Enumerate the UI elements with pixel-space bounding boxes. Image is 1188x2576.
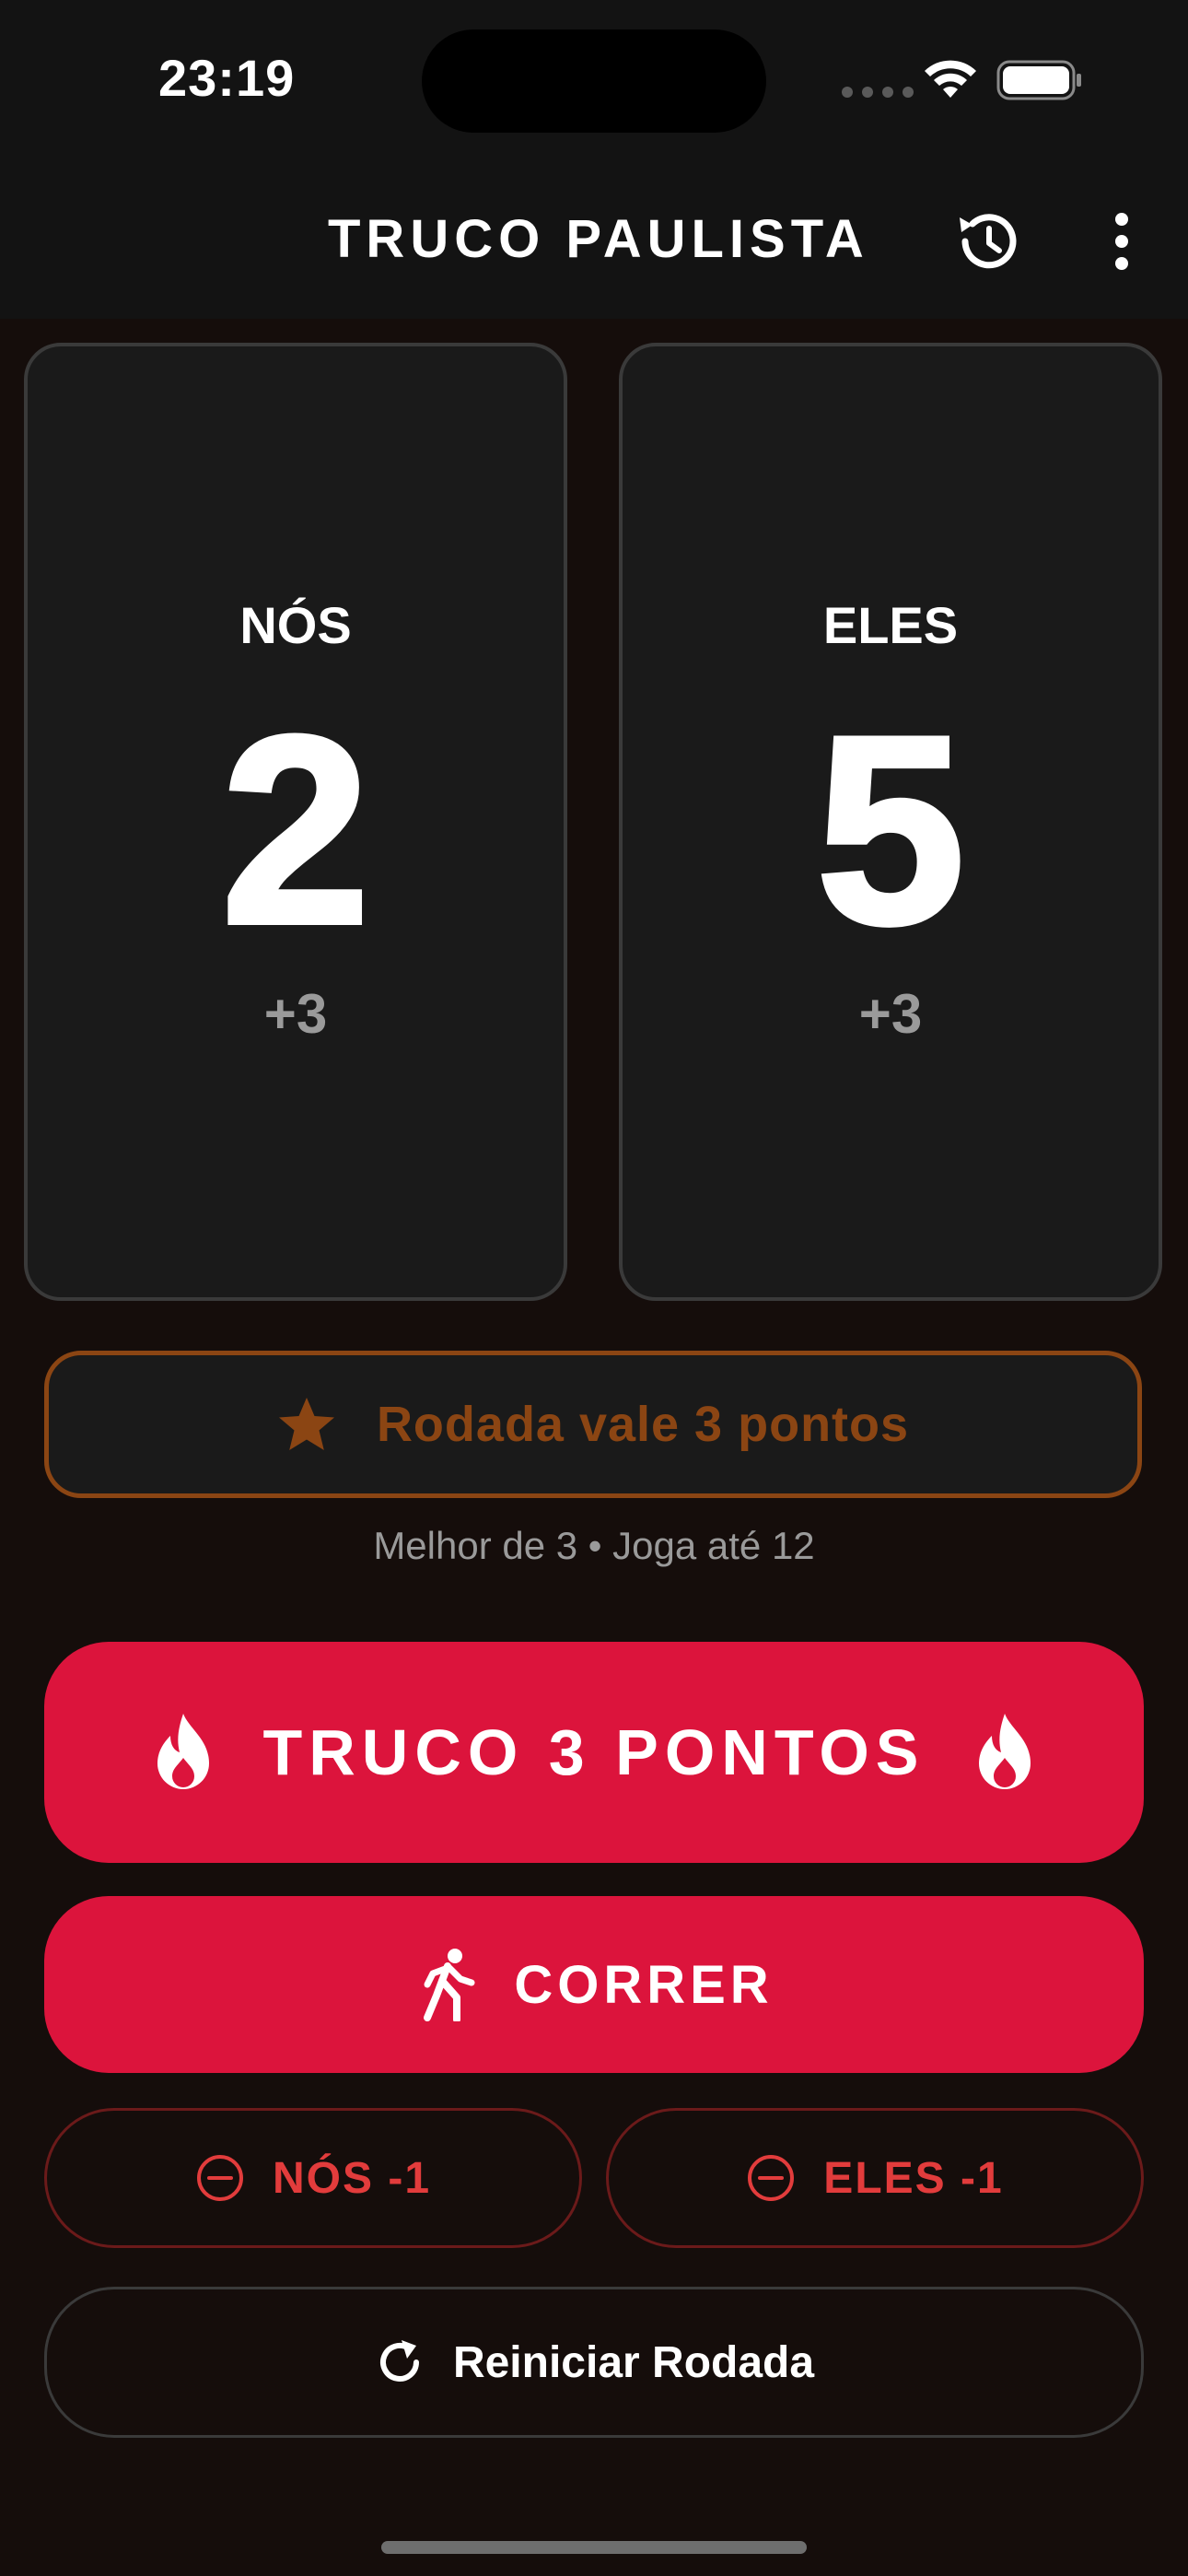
flame-icon	[157, 1714, 210, 1789]
home-indicator[interactable]	[381, 2541, 807, 2554]
status-bar: 23:19	[0, 0, 1188, 157]
team-score: 2	[218, 681, 372, 979]
score-card-them[interactable]: ELES 5 +3	[619, 343, 1162, 1301]
refresh-icon	[379, 2340, 419, 2382]
minus-circle-icon	[196, 2155, 243, 2201]
team-score: 5	[813, 681, 967, 979]
wifi-icon	[925, 60, 976, 98]
running-person-icon	[424, 1949, 475, 2021]
truco-label: TRUCO 3 PONTOS	[262, 1716, 926, 1788]
app-bar: TRUCO PAULISTA	[0, 157, 1188, 319]
run-button[interactable]: CORRER	[44, 1896, 1144, 2073]
match-info: Melhor de 3 • Joga até 12	[373, 1524, 815, 1567]
star-icon	[278, 1398, 334, 1450]
battery-icon	[996, 60, 1081, 100]
reset-round-button[interactable]: Reiniciar Rodada	[44, 2287, 1144, 2438]
team-bonus: +3	[263, 983, 328, 1045]
us-minus-button[interactable]: NÓS -1	[44, 2108, 582, 2248]
them-minus-label: ELES -1	[823, 2153, 1004, 2203]
team-bonus: +3	[858, 983, 923, 1045]
team-name: ELES	[822, 596, 959, 654]
flame-icon	[978, 1714, 1031, 1789]
more-vertical-icon[interactable]	[1101, 205, 1142, 278]
history-icon[interactable]	[952, 205, 1026, 278]
team-name: NÓS	[239, 596, 352, 654]
round-value-banner: Rodada vale 3 pontos	[44, 1351, 1142, 1498]
us-minus-label: NÓS -1	[272, 2153, 432, 2203]
cellular-signal-icon	[842, 87, 914, 98]
them-minus-button[interactable]: ELES -1	[606, 2108, 1144, 2248]
round-value-label: Rodada vale 3 pontos	[376, 1397, 910, 1452]
run-label: CORRER	[514, 1954, 774, 2015]
truco-button[interactable]: TRUCO 3 PONTOS	[44, 1642, 1144, 1863]
score-card-us[interactable]: NÓS 2 +3	[24, 343, 567, 1301]
reset-round-label: Reiniciar Rodada	[452, 2337, 815, 2387]
minus-circle-icon	[748, 2155, 795, 2201]
app-title: TRUCO PAULISTA	[328, 209, 869, 269]
dynamic-island	[422, 29, 766, 133]
status-time: 23:19	[158, 49, 296, 107]
